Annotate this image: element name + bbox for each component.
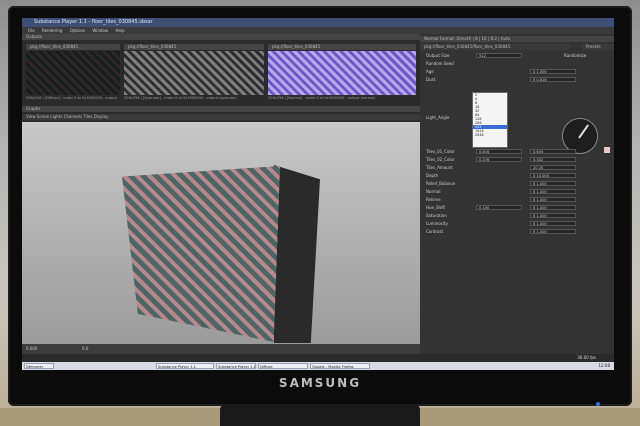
depth-slider[interactable]: 0 10.000: [530, 173, 576, 178]
thumb-header-2: pkg://floor_tiles_030845: [124, 44, 264, 50]
tiles02-color-r[interactable]: 0.376: [476, 157, 522, 162]
fps-readout: 30.00 fps: [577, 355, 596, 360]
thumb-caption-2: 256x256 / [Specular] - Index 0 at 0x3500…: [124, 96, 237, 100]
relief-balance-slider[interactable]: 0 1.000: [530, 181, 576, 186]
menu-file[interactable]: File: [28, 28, 35, 33]
timeline-bar[interactable]: 0.000 0.0: [22, 344, 420, 354]
viewport-toolbar[interactable]: View Scene Lights Channels Tiles Display: [22, 114, 420, 120]
param-row: Dust 0 0.816: [424, 76, 610, 83]
param-row: Relieve 0 1.000: [424, 196, 610, 203]
hue-shift-slider[interactable]: 0 1.000: [530, 205, 576, 210]
zoom-value: 0.000: [26, 346, 38, 351]
param-row: Tiles_01_Color 0.816 0.604: [424, 148, 610, 155]
normal-thumbnail[interactable]: [268, 51, 416, 95]
thumb-header-1: pkg://floor_tiles_030845: [26, 44, 120, 50]
param-row: Age 0 1.000: [424, 68, 610, 75]
taskbar-item[interactable]: Substance Player 1.1: [216, 363, 256, 369]
output-size-row: Output Size 512 Randomize: [426, 52, 587, 59]
normal-format-bar[interactable]: Normal Format: DirectX | 8 | 16 | 8:2 | …: [420, 36, 614, 42]
screen: Substance Player 1.1 - floor_tiles_03084…: [22, 18, 614, 370]
menu-options[interactable]: Options: [70, 28, 85, 33]
menu-window[interactable]: Window: [92, 28, 108, 33]
taskbar-item[interactable]: Substance Player 1.1: [156, 363, 214, 369]
tiles01-color-g[interactable]: 0.604: [530, 149, 576, 154]
taskbar-clock: 12:08: [598, 363, 610, 368]
param-row: Luminosity 0 1.000: [424, 220, 610, 227]
param-row: Saturation 0 1.000: [424, 212, 610, 219]
saturation-slider[interactable]: 0 1.000: [530, 213, 576, 218]
param-row: Tiles_Amount 20 20: [424, 164, 610, 171]
dust-slider[interactable]: 0 0.816: [530, 77, 576, 82]
status-bar: 30.00 fps: [22, 354, 614, 362]
param-row: Relief_Balance 0 1.000: [424, 180, 610, 187]
taskbar-item[interactable]: Google - Mozilla Firefox: [310, 363, 370, 369]
thumb-caption-1: 256x256 / [Diffuse] - Index 0 at 0x35000…: [26, 96, 117, 100]
param-row: Normal 0 1.000: [424, 188, 610, 195]
frame-value: 0.0: [82, 346, 89, 351]
contrast-slider[interactable]: 0 1.000: [530, 229, 576, 234]
luminosity-slider[interactable]: 0 1.000: [530, 221, 576, 226]
monitor-stand: [220, 404, 420, 426]
param-row: Contrast 0 1.000: [424, 228, 610, 235]
thumb-caption-3: 256x256 / [Normal] - Index 0 at 0x350000…: [268, 96, 376, 100]
tiles02-color-g[interactable]: 0.302: [530, 157, 576, 162]
outputs-header: Outputs: [22, 34, 420, 40]
monitor-brand-logo: SAMSUNG: [278, 376, 362, 390]
power-led: [596, 402, 600, 406]
diffuse-thumbnail[interactable]: [26, 51, 120, 95]
window-titlebar[interactable]: Substance Player 1.1 - floor_tiles_03084…: [22, 18, 614, 27]
relieve-slider[interactable]: 0 1.000: [530, 197, 576, 202]
param-row: Tiles_02_Color 0.376 0.302: [424, 156, 610, 163]
normal-slider[interactable]: 0 1.000: [530, 189, 576, 194]
output-size-select[interactable]: 512: [476, 53, 522, 58]
age-slider[interactable]: 0 1.000: [530, 69, 576, 74]
package-path: pkg://floor_tiles_030845/floor_tiles_030…: [420, 44, 570, 50]
presets-button[interactable]: Presets: [582, 44, 614, 50]
viewport-header: Graphs: [22, 106, 420, 112]
tiles01-color-r[interactable]: 0.816: [476, 149, 522, 154]
output-size-dropdown[interactable]: 2 4 8 16 32 64 128 256 512 1024 2048: [472, 92, 508, 148]
dropdown-option[interactable]: 2048: [473, 133, 507, 137]
menu-rendering[interactable]: Rendering: [42, 28, 62, 33]
color-swatch[interactable]: [604, 147, 610, 153]
specular-thumbnail[interactable]: [124, 51, 264, 95]
param-row: Random Seed: [426, 61, 454, 66]
param-row: Hue_Shift 0 100 0 1.000: [424, 204, 610, 211]
randomize-label[interactable]: Randomize: [564, 52, 586, 59]
taskbar-item[interactable]: Diffuse: [258, 363, 308, 369]
hue-shift-field[interactable]: 0 100: [476, 205, 522, 210]
param-row: Depth 0 10.000: [424, 172, 610, 179]
thumb-header-3: pkg://floor_tiles_030845: [268, 44, 416, 50]
menu-help[interactable]: Help: [115, 28, 124, 33]
start-button[interactable]: Démarrer: [24, 363, 54, 369]
menu-bar: File Rendering Options Window Help: [22, 27, 614, 34]
tiles-amount-slider[interactable]: 20 20: [530, 165, 576, 170]
